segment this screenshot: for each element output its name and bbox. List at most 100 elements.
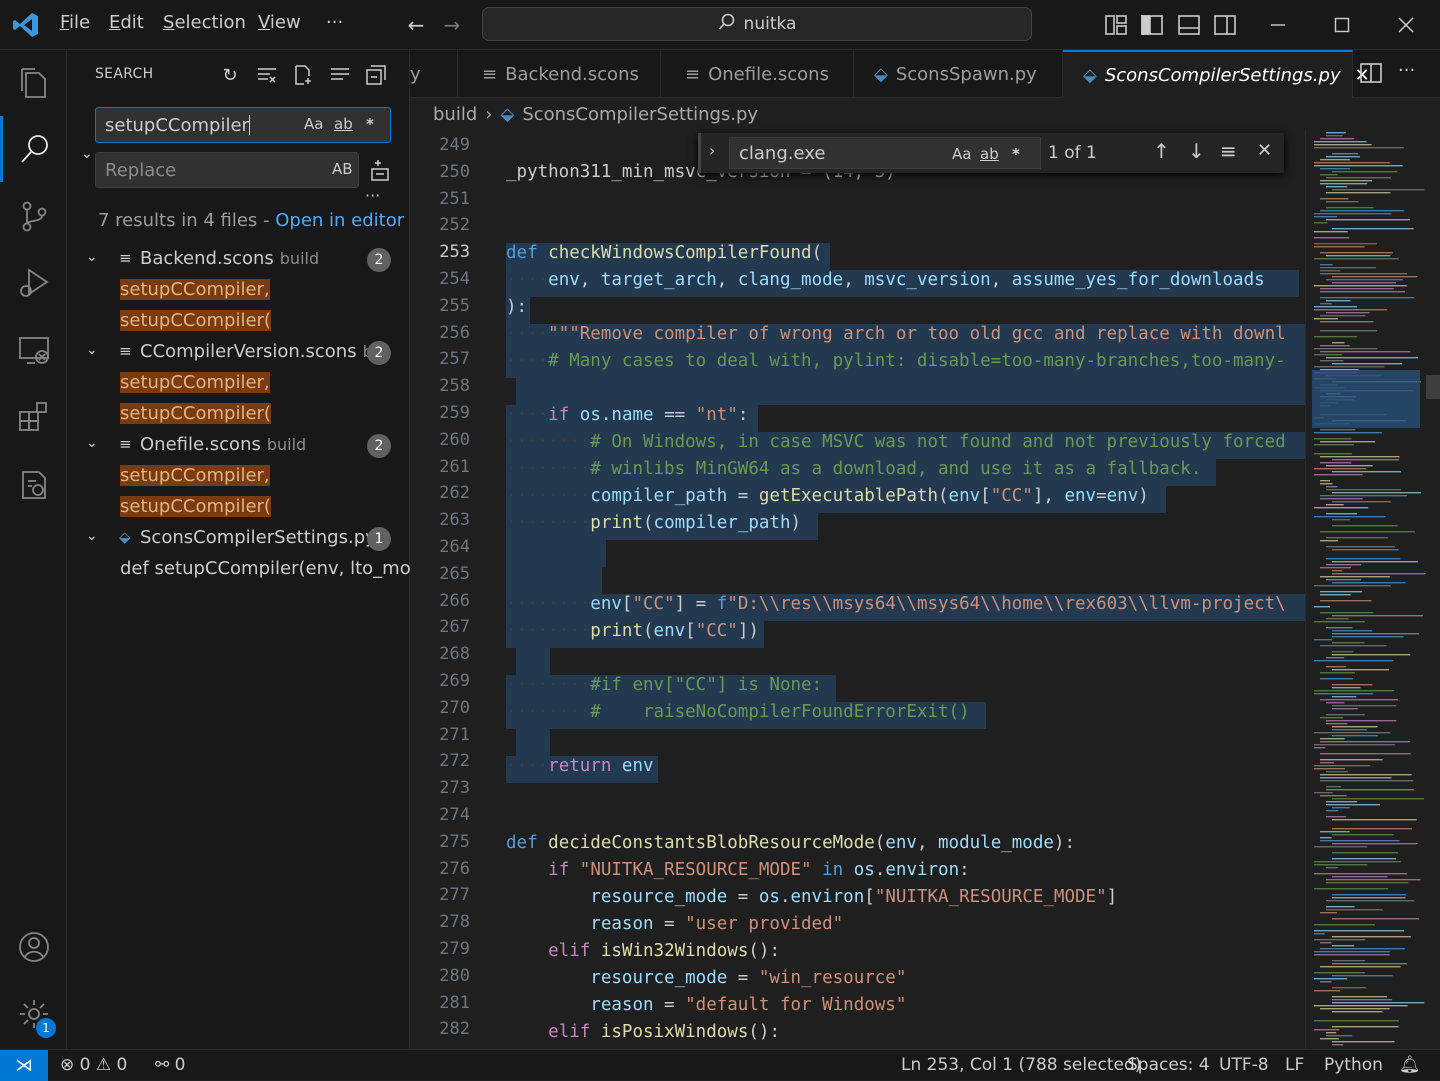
use-regex-icon[interactable]: *	[366, 115, 374, 133]
replace-input[interactable]: Replace AB	[95, 152, 359, 188]
chevron-down-icon[interactable]: ⌄	[86, 435, 98, 451]
result-file-row[interactable]: ⌄ ≡ Onefile.scons build 2	[67, 431, 410, 462]
match-count-badge: 2	[367, 341, 391, 365]
match-row[interactable]: setupCCompiler(	[67, 400, 410, 431]
warning-icon: ⚠	[95, 1055, 112, 1075]
breadcrumb: build › ⬙ SconsCompilerSettings.py	[410, 98, 1305, 130]
chevron-down-icon[interactable]: ⌄	[86, 249, 98, 265]
new-search-editor-icon[interactable]	[290, 62, 316, 88]
match-row[interactable]: setupCCompiler(	[67, 307, 410, 338]
toggle-replace-chevron-icon[interactable]: ⌄	[81, 146, 93, 162]
tab-backend-scons[interactable]: ≡ Backend.scons	[458, 50, 661, 98]
notifications-bell-icon[interactable]: 🔔︎	[1399, 1055, 1421, 1075]
toggle-replace-chevron-icon[interactable]: ›	[709, 141, 715, 160]
chevron-down-icon[interactable]: ⌄	[86, 528, 98, 544]
refresh-icon[interactable]: ↻	[217, 62, 243, 88]
next-match-icon[interactable]: ↓	[1188, 139, 1205, 163]
language-mode[interactable]: Python	[1324, 1055, 1383, 1075]
open-in-editor-link[interactable]: Open in editor	[275, 210, 404, 231]
match-case-icon[interactable]: Aa	[952, 145, 971, 163]
line-number: 274	[439, 805, 470, 825]
use-regex-icon[interactable]: *	[1012, 145, 1020, 163]
run-debug-icon[interactable]	[0, 250, 67, 316]
line-number: 252	[439, 215, 470, 236]
match-row[interactable]: setupCCompiler,	[67, 462, 410, 493]
command-center[interactable]: nuitka	[482, 7, 1032, 41]
testing-icon[interactable]	[0, 452, 67, 518]
tab-sconsspawn-py[interactable]: ⬙ SconsSpawn.py	[854, 50, 1063, 98]
search-view-icon[interactable]	[0, 116, 67, 182]
close-window-icon[interactable]	[1393, 12, 1419, 38]
collapse-all-icon[interactable]	[363, 62, 389, 88]
explorer-icon[interactable]	[0, 50, 67, 116]
menu-view[interactable]: View	[258, 12, 301, 33]
line-number: 253	[439, 242, 470, 263]
find-input[interactable]: clang.exe Aa ab *	[729, 137, 1041, 169]
remote-indicator-icon[interactable]: ⋊	[0, 1050, 48, 1081]
match-count-badge: 2	[367, 248, 391, 272]
minimize-icon[interactable]	[1265, 12, 1291, 38]
toggle-secondary-sidebar-icon[interactable]	[1212, 12, 1238, 38]
accounts-icon[interactable]	[0, 914, 67, 980]
match-row[interactable]: setupCCompiler,	[67, 276, 410, 307]
menu-edit[interactable]: Edit	[109, 12, 144, 33]
minimap[interactable]	[1305, 130, 1440, 1049]
match-count-badge: 2	[367, 434, 391, 458]
cursor-position[interactable]: Ln 253, Col 1 (788 selected)	[901, 1055, 1141, 1075]
extensions-icon[interactable]	[0, 384, 67, 450]
toggle-primary-sidebar-icon[interactable]	[1139, 12, 1165, 38]
tab-partial[interactable]: y	[410, 50, 458, 98]
line-number: 263	[439, 510, 470, 531]
minimap-slider[interactable]	[1426, 375, 1440, 399]
toggle-search-details-icon[interactable]: ···	[365, 186, 380, 205]
toggle-panel-icon[interactable]	[1176, 12, 1202, 38]
menu-more[interactable]: ···	[326, 12, 343, 33]
search-input[interactable]: setupCCompiler Aa ab *	[95, 107, 391, 143]
eol-status[interactable]: LF	[1285, 1055, 1304, 1075]
line-number: 272	[439, 751, 470, 772]
replace-all-icon[interactable]	[369, 160, 391, 186]
match-whole-word-icon[interactable]: ab	[334, 115, 353, 133]
more-actions-icon[interactable]: ···	[1398, 60, 1415, 81]
tab-sconscompilersettings-py[interactable]: ⬙ SconsCompilerSettings.py ✕	[1063, 50, 1370, 98]
line-number: 264	[439, 537, 470, 557]
maximize-icon[interactable]	[1329, 12, 1355, 38]
result-file-row[interactable]: ⌄ ⬙ SconsCompilerSettings.py... 1	[67, 524, 410, 555]
menu-file[interactable]: File	[60, 12, 90, 33]
menu-selection[interactable]: Selection	[163, 12, 246, 33]
clear-results-icon[interactable]	[254, 62, 280, 88]
breadcrumb-folder[interactable]: build	[433, 104, 477, 125]
forward-arrow-icon[interactable]: →	[439, 12, 465, 38]
ports-status[interactable]: ⚯ 0	[155, 1055, 185, 1075]
customize-layout-icon[interactable]	[1103, 12, 1129, 38]
line-number: 270	[439, 697, 470, 718]
match-row[interactable]: setupCCompiler(	[67, 493, 410, 524]
result-file-row[interactable]: ⌄ ≡ Backend.scons build 2	[67, 245, 410, 276]
tab-onefile-scons[interactable]: ≡ Onefile.scons	[661, 50, 854, 98]
chevron-right-icon: ›	[485, 103, 493, 125]
indentation-status[interactable]: Spaces: 4	[1127, 1055, 1210, 1075]
remote-explorer-icon[interactable]	[0, 317, 67, 383]
back-arrow-icon[interactable]: ←	[403, 12, 429, 38]
match-case-icon[interactable]: Aa	[304, 115, 323, 133]
match-row[interactable]: def setupCCompiler(env, lto_mod...	[67, 555, 439, 586]
result-file-row[interactable]: ⌄ ≡ CCompilerVersion.sconsb... 2	[67, 338, 410, 369]
title-bar: File Edit Selection View ··· ← → nuitka	[0, 0, 1440, 50]
chevron-down-icon[interactable]: ⌄	[86, 342, 98, 358]
line-number: 249	[439, 135, 470, 155]
problems-status[interactable]: ⊗ 0 ⚠ 0	[60, 1055, 127, 1075]
previous-match-icon[interactable]: ↑	[1153, 139, 1170, 163]
find-in-selection-icon[interactable]: ≡	[1220, 139, 1237, 163]
match-row[interactable]: setupCCompiler,	[67, 369, 410, 400]
close-find-icon[interactable]: ✕	[1257, 140, 1272, 161]
editor-tabs: y ≡ Backend.scons ≡ Onefile.scons ⬙ SconsSp…	[410, 50, 1440, 98]
code-editor[interactable]: _python311_min_msvc_version = (14, 3) de…	[490, 130, 1305, 1049]
view-as-tree-icon[interactable]	[327, 62, 353, 88]
encoding-status[interactable]: UTF-8	[1219, 1055, 1269, 1075]
preserve-case-icon[interactable]: AB	[332, 160, 353, 178]
manage-gear-icon[interactable]: 1	[0, 981, 67, 1047]
source-control-icon[interactable]	[0, 183, 67, 249]
split-editor-icon[interactable]	[1360, 63, 1382, 87]
breadcrumb-file[interactable]: SconsCompilerSettings.py	[522, 104, 758, 125]
match-whole-word-icon[interactable]: ab	[980, 145, 999, 163]
